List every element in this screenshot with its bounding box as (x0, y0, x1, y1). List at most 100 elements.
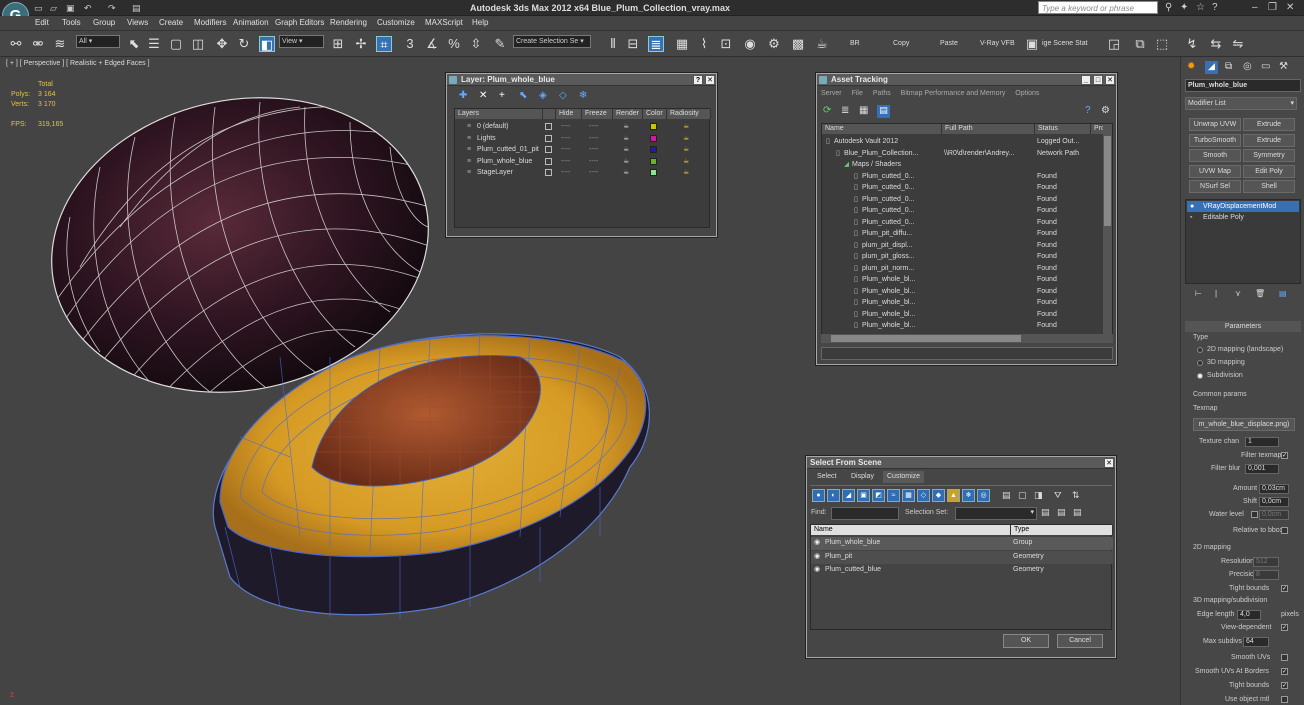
favorites-icon[interactable]: ☆ (1196, 2, 1205, 13)
select-and-link-icon[interactable]: ⚯ (8, 36, 24, 52)
configure-sets-icon[interactable]: ▤ (1279, 289, 1287, 298)
open-file-icon[interactable]: ▱ (50, 3, 60, 13)
type-3d-radio[interactable] (1197, 360, 1203, 366)
asset-maximize-button[interactable]: □ (1093, 75, 1103, 85)
render-teapot-icon[interactable]: ☕ (623, 156, 629, 167)
asset-close-button[interactable]: ✕ (1105, 75, 1115, 85)
layer-row[interactable]: ≡ StageLayer ---- ---- ☕ ☕ (455, 167, 711, 179)
sort-icon[interactable]: ⇅ (1072, 490, 1080, 501)
ok-button[interactable]: OK (1003, 634, 1049, 648)
search-input[interactable]: Type a keyword or phrase (1038, 1, 1158, 14)
asset-vertical-scrollbar[interactable] (1103, 124, 1112, 334)
edge-length-input[interactable]: 4,0 (1237, 610, 1261, 620)
type-2d-radio[interactable] (1197, 347, 1203, 353)
radiosity-icon[interactable]: ☕ (683, 144, 689, 155)
modifier-set-button[interactable]: Edit Poly (1243, 164, 1295, 178)
find-input[interactable] (831, 507, 899, 520)
layer-active-checkbox[interactable] (545, 169, 552, 176)
angle-snap-icon[interactable]: ∡ (424, 36, 440, 52)
display-spacewarps-icon[interactable]: ≈ (887, 489, 900, 502)
rectangular-selection-icon[interactable]: ▢ (168, 36, 184, 52)
modifier-set-button[interactable]: Extrude (1243, 118, 1295, 131)
green-tool-icon-3[interactable]: ⇋ (1230, 36, 1246, 52)
modifier-set-button[interactable]: Shell (1243, 180, 1295, 193)
graphite-tools-icon[interactable]: ▦ (674, 36, 690, 52)
window-crossing-icon[interactable]: ◫ (190, 36, 206, 52)
copy-label[interactable]: Copy (893, 40, 909, 47)
green-tool-icon-1[interactable]: ↯ (1184, 36, 1200, 52)
rotate-icon[interactable]: ↻ (236, 36, 252, 52)
radiosity-icon[interactable]: ☕ (683, 133, 689, 144)
asset-row[interactable]: ▯ Plum_pit_diffu... Found (822, 228, 1105, 240)
layer-manager-icon[interactable]: ≣ (648, 36, 664, 52)
texture-chan-input[interactable]: 1 (1245, 437, 1279, 447)
menu-create[interactable]: Create (159, 18, 183, 27)
tool-icon-3[interactable]: ⬚ (1154, 36, 1170, 52)
pin-stack-icon[interactable]: ⊢ (1195, 289, 1202, 298)
scene-states-label[interactable]: ige Scene Stat (1042, 40, 1088, 47)
asset-scroll-thumb[interactable] (1104, 136, 1111, 226)
resolution-input[interactable]: 512 (1253, 557, 1279, 567)
asset-horizontal-scrollbar[interactable] (821, 334, 1113, 343)
object-name-field[interactable]: Plum_whole_blue (1185, 79, 1301, 92)
display-xrefs-icon[interactable]: ◇ (917, 489, 930, 502)
display-frozen-icon[interactable]: ❄ (962, 489, 975, 502)
display-cameras-icon[interactable]: ▣ (857, 489, 870, 502)
layer-hide-toggle[interactable]: ---- (561, 167, 570, 178)
render-production-icon[interactable]: ☕ (814, 36, 830, 52)
freeze-all-icon[interactable]: ❄ (579, 90, 587, 101)
layer-dialog-titlebar[interactable]: Layer: Plum_whole_blue ? ✕ (447, 74, 716, 86)
project-folder-icon[interactable]: ▤ (132, 3, 142, 13)
modifier-set-button[interactable]: TurboSmooth (1189, 133, 1241, 147)
asset-menu-paths[interactable]: Paths (873, 90, 891, 97)
layer-freeze-toggle[interactable]: ---- (589, 121, 598, 132)
render-teapot-icon[interactable]: ☕ (623, 121, 629, 132)
schematic-view-icon[interactable]: ⊡ (718, 36, 734, 52)
asset-help-icon[interactable]: ? (1085, 105, 1091, 116)
modifier-set-button[interactable]: Extrude (1243, 133, 1295, 147)
minimize-icon[interactable]: – (1252, 2, 1258, 13)
refresh-icon[interactable]: ⟳ (823, 105, 831, 116)
asset-name-header[interactable]: Name (822, 124, 942, 134)
name-column-header[interactable]: Name (811, 525, 1011, 535)
percent-snap-icon[interactable]: % (446, 36, 462, 52)
scale-icon[interactable]: ◧ (259, 36, 275, 52)
new-file-icon[interactable]: ▭ (34, 3, 44, 13)
asset-row[interactable]: ▯ Plum_whole_bl... Found (822, 297, 1105, 309)
bind-spacewarp-icon[interactable]: ≋ (52, 36, 68, 52)
motion-tab-icon[interactable]: ◎ (1243, 61, 1252, 72)
asset-status-header[interactable]: Status (1035, 124, 1091, 134)
asset-row[interactable]: ▯ Plum_cutted_0... Found (822, 182, 1105, 194)
unlink-icon[interactable]: ⚮ (30, 36, 46, 52)
asset-row[interactable]: ▯ Plum_whole_bl... Found (822, 286, 1105, 298)
scene-object-row[interactable]: ◉ Plum_cutted_blue Geometry (811, 564, 1113, 577)
br-label[interactable]: BR (850, 40, 860, 47)
community-icon[interactable]: ✦ (1180, 2, 1188, 13)
display-containers-icon[interactable]: ▲ (947, 489, 960, 502)
vray-vfb-label[interactable]: V-Ray VFB (980, 40, 1015, 47)
layer-active-checkbox[interactable] (545, 123, 552, 130)
paste-label[interactable]: Paste (940, 40, 958, 47)
redo-icon[interactable]: ↷ (108, 3, 118, 13)
menu-maxscript[interactable]: MAXScript (425, 18, 463, 27)
scene-object-row[interactable]: ◉ Plum_pit Geometry (811, 550, 1113, 564)
render-setup-icon[interactable]: ⚙ (766, 36, 782, 52)
display-lights-icon[interactable]: ◢ (842, 489, 855, 502)
layer-color-swatch[interactable] (650, 157, 657, 165)
lightbulb-icon[interactable]: ● (1190, 201, 1194, 212)
remove-selection-set-icon[interactable]: ▤ (1073, 507, 1082, 518)
layer-freeze-toggle[interactable]: ---- (589, 167, 598, 178)
align-icon[interactable]: ⊟ (625, 36, 641, 52)
edit-named-selection-icon[interactable]: ✎ (492, 36, 508, 52)
smooth-uvs-borders-checkbox[interactable]: ✓ (1281, 668, 1288, 675)
display-hidden-icon[interactable]: ◎ (977, 489, 990, 502)
layer-freeze-toggle[interactable]: ---- (589, 133, 598, 144)
layer-row[interactable]: ≡ Lights ---- ---- ☕ ☕ (455, 133, 711, 145)
asset-row[interactable]: ▯ Plum_cutted_0... Found (822, 205, 1105, 217)
menu-group[interactable]: Group (93, 18, 115, 27)
tool-icon-1[interactable]: ◲ (1106, 36, 1122, 52)
asset-path-header[interactable]: Full Path (942, 124, 1035, 134)
asset-path-field[interactable] (821, 347, 1113, 360)
remove-modifier-icon[interactable]: 🗑 (1255, 289, 1265, 298)
water-level-checkbox[interactable] (1251, 511, 1258, 518)
